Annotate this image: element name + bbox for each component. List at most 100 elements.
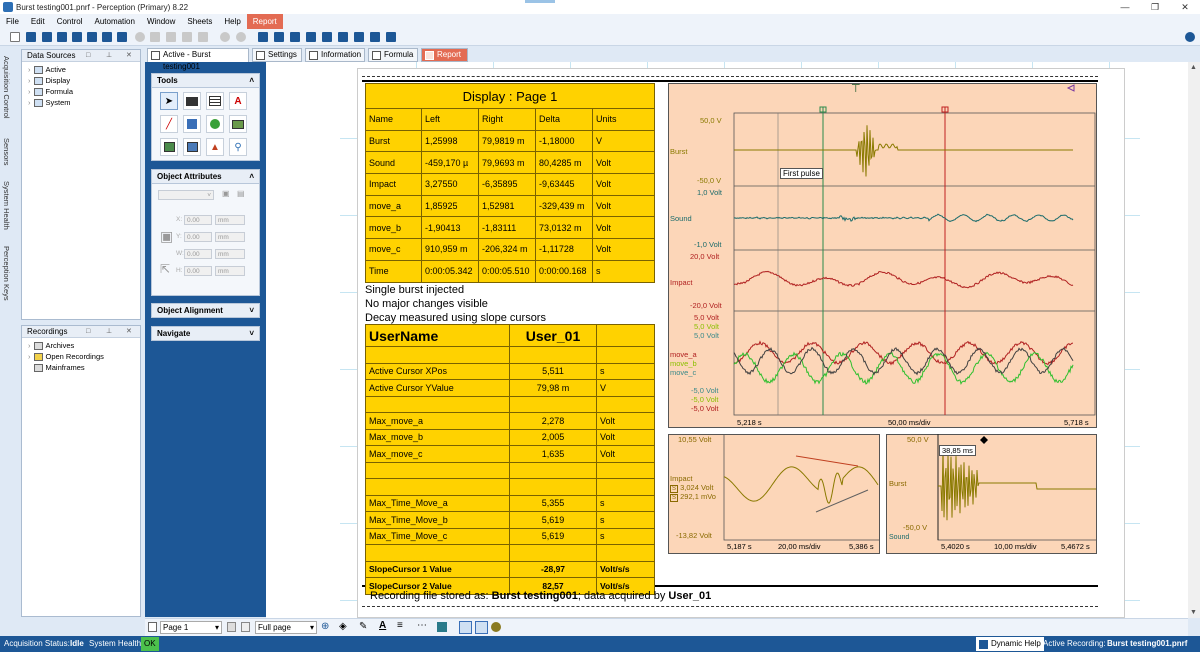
display-tool[interactable] (183, 92, 201, 110)
add-page-icon[interactable] (227, 622, 236, 632)
panel-close-icon[interactable]: ✕ (126, 326, 132, 338)
y-field[interactable]: 0.00 (184, 232, 212, 242)
refresh-icon[interactable] (236, 32, 246, 42)
attribute-select[interactable]: ˅ (158, 190, 214, 200)
shadow-icon[interactable] (437, 622, 447, 632)
info-icon[interactable] (1185, 32, 1195, 42)
w-unit[interactable]: mm (215, 249, 245, 259)
marker-icon[interactable] (354, 32, 364, 42)
rectangle-tool[interactable] (183, 115, 201, 133)
properties-icon[interactable]: ▤ (237, 189, 245, 198)
copy-tool[interactable] (183, 138, 201, 156)
scroll-marker-icon[interactable] (1066, 84, 1075, 92)
settings-icon[interactable] (102, 32, 112, 42)
page-icon[interactable] (274, 32, 284, 42)
layout-icon[interactable] (258, 32, 268, 42)
export-report-icon[interactable] (370, 32, 380, 42)
tab-report[interactable]: Report (421, 48, 468, 62)
line-width-icon[interactable]: ≡ (397, 620, 403, 631)
menu-file[interactable]: File (0, 14, 25, 29)
align-icon[interactable] (306, 32, 316, 42)
gear-icon[interactable] (491, 622, 501, 632)
side-tab-perception-keys[interactable]: Perception Keys (2, 246, 11, 301)
scroll-down-icon[interactable]: ▼ (1190, 609, 1197, 616)
tree-item-formula[interactable]: › Formula (28, 86, 140, 97)
snap-grid-icon[interactable] (459, 621, 472, 634)
side-tab-acquisition-control[interactable]: Acquisition Control (2, 56, 11, 119)
search-tool[interactable]: ⚲ (229, 138, 247, 156)
arm-icon[interactable] (198, 32, 208, 42)
help-icon[interactable] (386, 32, 396, 42)
tree-item-display[interactable]: › Display (28, 75, 140, 86)
h-unit[interactable]: mm (215, 266, 245, 276)
image-tool[interactable] (229, 115, 247, 133)
h-field[interactable]: 0.00 (184, 266, 212, 276)
cursor-values-table[interactable]: Display : Page 1 Name Left Right Delta U… (365, 83, 655, 283)
x-unit[interactable]: mm (215, 215, 245, 225)
tab-information[interactable]: Information (305, 48, 365, 62)
y-unit[interactable]: mm (215, 232, 245, 242)
save-as-icon[interactable] (57, 32, 67, 42)
tab-settings[interactable]: Settings (252, 48, 302, 62)
side-tab-system-health[interactable]: System Health (2, 181, 11, 230)
sensor-tool[interactable]: ▲ (206, 138, 224, 156)
show-grid-icon[interactable] (475, 621, 488, 634)
trigger-marker-icon[interactable]: ⊤ (851, 83, 861, 95)
report-note[interactable]: Decay measured using slope cursors (365, 311, 546, 325)
cursor-diamond-icon[interactable] (980, 436, 988, 444)
text-tool[interactable]: A (229, 92, 247, 110)
panel-pin-icon[interactable]: ⊥ (106, 50, 112, 62)
first-pulse-annotation[interactable]: First pulse (780, 168, 823, 179)
zoom-icon[interactable] (322, 32, 332, 42)
pointer-tool[interactable]: ➤ (160, 92, 178, 110)
menu-report[interactable]: Report (246, 14, 283, 29)
table-tool[interactable] (206, 92, 224, 110)
tree-item-active[interactable]: › Active (28, 64, 140, 75)
font-color-icon[interactable]: A (379, 620, 386, 631)
maximize-button[interactable]: ❐ (1140, 0, 1170, 14)
line-color-icon[interactable]: ✎ (359, 621, 367, 632)
play-icon[interactable] (150, 32, 160, 42)
open-icon[interactable] (26, 32, 36, 42)
report-footer[interactable]: Recording file stored as: Burst testing0… (370, 590, 711, 602)
menu-control[interactable]: Control (51, 14, 89, 29)
report-note[interactable]: No major changes visible (365, 297, 488, 311)
dynamic-help-button[interactable]: Dynamic Help (976, 637, 1044, 651)
cursor-icon[interactable] (338, 32, 348, 42)
object-alignment-header[interactable]: Object Alignment ˅ (151, 303, 260, 318)
menu-help[interactable]: Help (218, 14, 246, 29)
sync-icon[interactable] (220, 32, 230, 42)
menu-edit[interactable]: Edit (25, 14, 51, 29)
menu-sheets[interactable]: Sheets (181, 14, 218, 29)
vertical-scrollbar[interactable]: ▲ ▼ (1188, 62, 1200, 618)
object-attributes-header[interactable]: Object Attributes ˄ (151, 169, 260, 184)
navigate-header[interactable]: Navigate ˅ (151, 326, 260, 341)
page-select[interactable]: Page 1 ▾ (160, 621, 222, 634)
panel-pin-icon[interactable]: ⊥ (106, 326, 112, 338)
zoom-select[interactable]: Full page ▾ (255, 621, 317, 634)
menu-automation[interactable]: Automation (88, 14, 140, 29)
line-style-icon[interactable]: ⋯ (417, 620, 427, 631)
tab-formula[interactable]: Formula (368, 48, 418, 62)
side-tab-sensors[interactable]: Sensors (2, 138, 11, 166)
menu-window[interactable]: Window (141, 14, 181, 29)
insert-tool[interactable] (160, 138, 178, 156)
tree-item-open-recordings[interactable]: › Open Recordings (28, 351, 140, 362)
print-icon[interactable] (72, 32, 82, 42)
record-icon[interactable] (135, 32, 145, 42)
slope-cursor-2[interactable] (815, 489, 869, 513)
w-field[interactable]: 0.00 (184, 249, 212, 259)
user-values-table[interactable]: UserName User_01 Active Cursor XPos 5,511… (365, 324, 655, 595)
report-icon[interactable] (117, 32, 127, 42)
zoom2-cursor-readout[interactable]: 38,85 ms (939, 445, 976, 456)
scroll-up-icon[interactable]: ▲ (1190, 64, 1197, 71)
line-tool[interactable]: ╱ (160, 115, 178, 133)
minimize-button[interactable]: — (1110, 0, 1140, 14)
grid-icon[interactable] (290, 32, 300, 42)
panel-close-icon[interactable]: ✕ (126, 50, 132, 62)
new-icon[interactable] (10, 32, 20, 42)
tree-item-archives[interactable]: › Archives (28, 340, 140, 351)
panel-float-icon[interactable]: □ (86, 326, 90, 338)
close-button[interactable]: ✕ (1170, 0, 1200, 14)
lock-icon[interactable]: ▣ (222, 189, 230, 198)
